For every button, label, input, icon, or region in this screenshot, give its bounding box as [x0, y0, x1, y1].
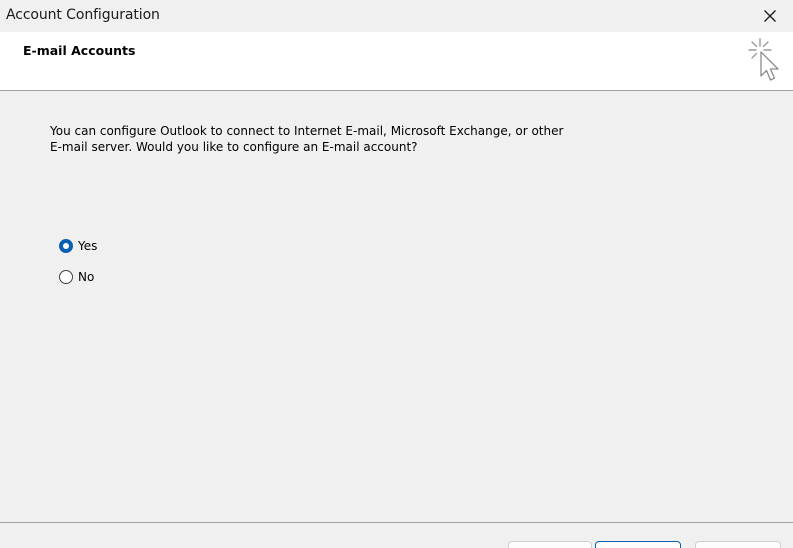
header-title: E-mail Accounts	[23, 43, 136, 58]
cursor-sparkle-icon	[748, 38, 779, 81]
body-panel: You can configure Outlook to connect to …	[0, 91, 793, 522]
header-panel: E-mail Accounts	[0, 32, 793, 90]
radio-yes-indicator[interactable]	[59, 239, 73, 253]
radio-yes-label[interactable]: Yes	[78, 239, 97, 253]
title-bar: Account Configuration	[0, 0, 793, 32]
close-icon	[764, 10, 776, 22]
window-title: Account Configuration	[6, 7, 160, 23]
radio-no-label[interactable]: No	[78, 270, 94, 284]
radio-no-indicator[interactable]	[59, 270, 73, 284]
radio-yes[interactable]: Yes	[59, 239, 97, 253]
back-button[interactable]	[508, 541, 592, 548]
close-button[interactable]	[747, 0, 793, 32]
footer-panel	[0, 523, 793, 548]
account-configuration-dialog: Account Configuration E-mail Accounts Yo…	[0, 0, 793, 548]
next-button[interactable]	[595, 541, 681, 548]
radio-no[interactable]: No	[59, 270, 94, 284]
cancel-button[interactable]	[695, 541, 781, 548]
configure-description: You can configure Outlook to connect to …	[50, 124, 564, 154]
